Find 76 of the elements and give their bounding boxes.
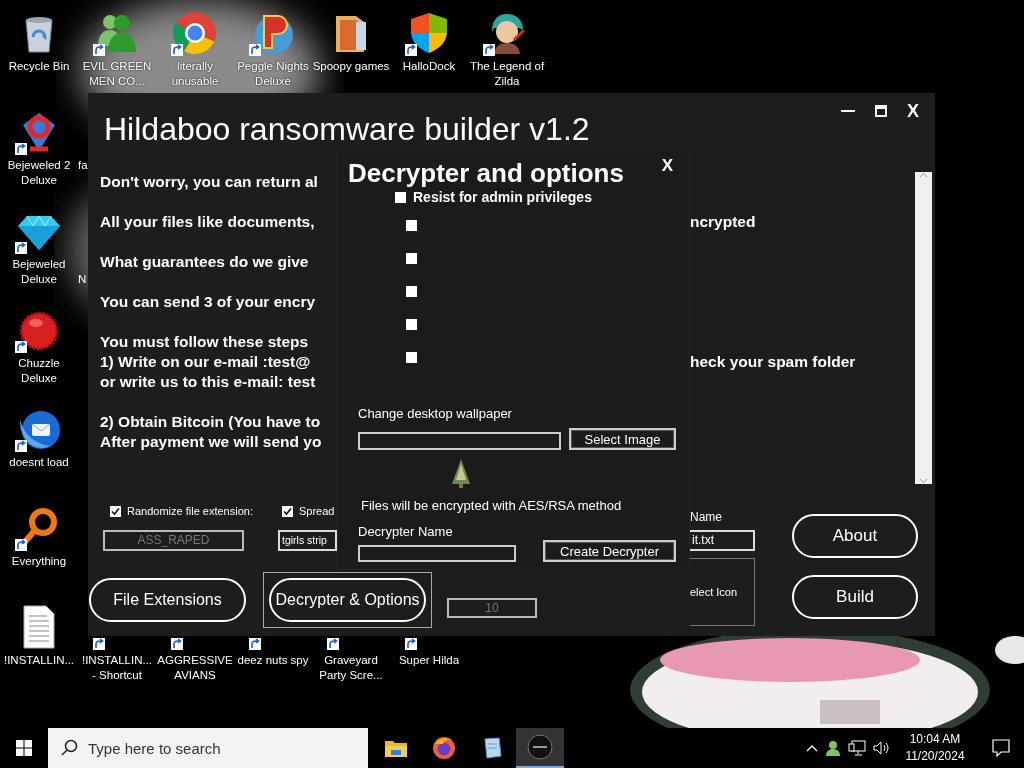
icon-label[interactable]: HalloDock [390,59,468,74]
field-label: Change desktop wallpaper [358,406,512,422]
action-button[interactable]: Build [792,575,918,619]
clock-date[interactable]: 11/20/2024 [897,748,973,765]
select-image-button[interactable]: Select Image [569,428,676,450]
icon-label[interactable]: Peggle Nights Deluxe [234,59,312,89]
checkbox[interactable] [406,253,417,264]
text-field[interactable] [358,432,561,450]
clock-time[interactable]: 10:04 AM [897,731,973,748]
icon-label[interactable]: Bejeweled 2 Deluxe [0,158,78,188]
action-button[interactable]: About [792,514,918,558]
close-button[interactable]: X [907,103,919,119]
field-label: Name [690,509,722,525]
ring-icon[interactable] [172,10,218,56]
checkbox-label: Randomize file extension: [127,505,253,517]
checkbox-label: Spread [299,505,335,517]
notification-icon[interactable] [992,739,1010,757]
message-text: 2) Obtain Bitcoin (You have to [100,412,322,432]
message-text: You can send 3 of your encry [100,292,317,312]
icon-label[interactable]: !INSTALLIN... - Shortcut [78,653,156,683]
page-icon [481,736,503,760]
search-field[interactable]: Type here to search [48,728,368,768]
message-text: All your files like documents, [100,212,316,232]
icon-label[interactable]: Chuzzle Deluxe [0,356,78,386]
message-text: ncrypted [690,212,757,232]
icon-label[interactable]: !INSTALLIN... [0,653,78,668]
tab-button[interactable]: File Extensions [89,578,246,622]
message-text: You must follow these steps [100,332,310,352]
message-text: 1) Write on our e-mail :test@ [100,352,312,372]
icon-label[interactable]: Recycle Bin [0,59,78,74]
icon-label[interactable]: fa [78,158,88,173]
message-text: heck your spam folder [690,352,857,372]
icon-label[interactable]: Everything [0,554,78,569]
text-field[interactable] [358,545,516,562]
close-button[interactable]: X [661,157,673,189]
icon-label[interactable]: The Legend of Zilda [468,59,546,89]
tree-icon [451,458,471,488]
icon-label[interactable]: EVIL GREEN MEN CO... [78,59,156,89]
create-decrypter-button[interactable]: Create Decrypter [543,540,676,562]
icon-label[interactable]: Super Hilda [390,653,468,668]
icon-picker[interactable]: elect Icon [690,558,755,626]
icon-label[interactable]: Graveyard Party Scre... [312,653,390,683]
checkbox-label: Resist for admin privileges [413,189,592,205]
folder-icon [384,738,408,758]
checkbox[interactable] [406,319,417,330]
windows-logo-icon[interactable] [16,740,32,756]
icon-label[interactable]: doesnt load [0,455,78,470]
dialog-title: Decrypter and options [348,157,624,189]
chevron-up-icon[interactable] [806,744,818,752]
tab-button[interactable]: Decrypter & Options [269,578,426,622]
maximize-icon[interactable] [875,105,887,117]
message-text: or write us to this e-mail: test [100,372,317,392]
message-text: What guarantees do we give [100,252,310,272]
search-icon [60,739,78,757]
checkbox[interactable] [406,286,417,297]
text-field[interactable]: tgirls strip [278,530,337,551]
emblem-icon [527,734,553,760]
checkbox[interactable] [406,352,417,363]
checkbox[interactable] [282,505,293,517]
volume-icon[interactable] [873,740,890,756]
icon-label[interactable]: Bejeweled Deluxe [0,257,78,287]
message-text: Don't worry, you can return al [100,172,319,192]
message-text: After payment we will send yo [100,432,323,452]
icon-label[interactable]: AGGRESSIVE AVIANS [156,653,234,683]
field-label: Decrypter Name [358,524,453,540]
icon-label[interactable]: Spoopy games [312,59,390,74]
checkbox[interactable] [395,191,406,203]
fox-icon [432,736,456,760]
info-text: Files will be encrypted with AES/RSA method [361,498,622,514]
icon-label[interactable]: deez nuts spy [234,653,312,668]
icon-label[interactable]: N [78,272,87,287]
window-title: Hildaboo ransomware builder v1.2 [104,111,590,147]
person-icon[interactable] [825,740,841,756]
checkbox[interactable] [406,220,417,231]
network-icon[interactable] [848,740,866,756]
taskbar-button[interactable] [516,728,564,768]
